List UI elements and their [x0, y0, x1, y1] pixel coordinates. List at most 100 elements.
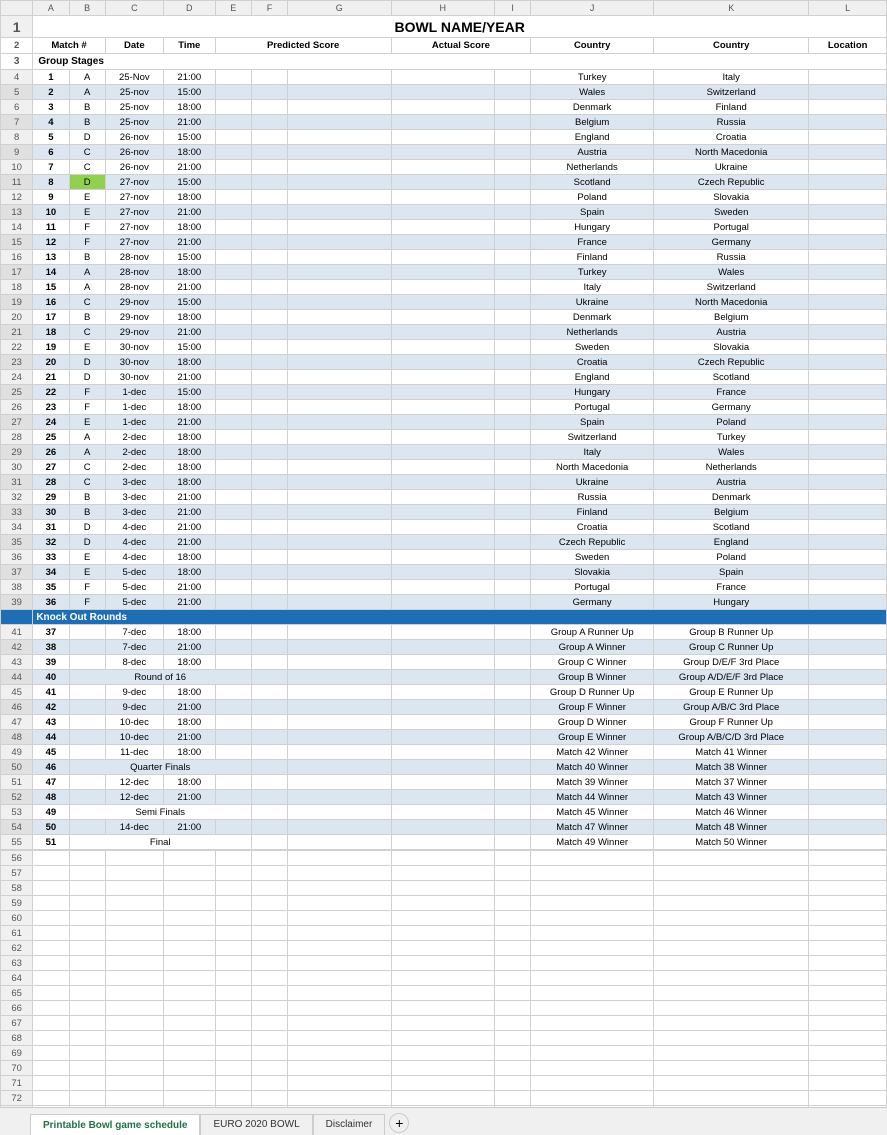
tab-printable[interactable]: Printable Bowl game schedule: [30, 1114, 200, 1135]
table-row: 1916C29-nov15:00UkraineNorth Macedonia: [1, 295, 887, 310]
empty-row: 62: [1, 941, 887, 956]
spreadsheet: A B C D E F G H I J K L 1 BOWL NAME/YEAR…: [0, 0, 887, 1135]
row-num-cell: 53: [1, 805, 33, 820]
content-area: A B C D E F G H I J K L 1 BOWL NAME/YEAR…: [0, 0, 887, 1107]
table-row: 3633E4-dec18:00SwedenPoland: [1, 550, 887, 565]
row-num-cell: 12: [1, 190, 33, 205]
table-row: 52A25-nov15:00WalesSwitzerland: [1, 85, 887, 100]
table-row: 2421D30-nov21:00EnglandScotland: [1, 370, 887, 385]
tab-euro[interactable]: EURO 2020 BOWL: [200, 1114, 312, 1135]
tab-disclaimer-label: Disclaimer: [326, 1119, 373, 1130]
table-row: 484410-dec21:00Group E WinnerGroup A/B/C…: [1, 730, 887, 745]
row-num-cell: 36: [1, 550, 33, 565]
col-h-header: H: [391, 1, 494, 16]
table-row: 3835F5-dec21:00PortugalFrance: [1, 580, 887, 595]
empty-row: 70: [1, 1061, 887, 1076]
col-c-header: C: [105, 1, 163, 16]
tab-disclaimer[interactable]: Disclaimer: [313, 1114, 386, 1135]
row-num-cell: 51: [1, 775, 33, 790]
empty-row: 61: [1, 926, 887, 941]
row-num-cell: 34: [1, 520, 33, 535]
row-num-cell: 43: [1, 655, 33, 670]
table-row: 2522F1-dec15:00HungaryFrance: [1, 385, 887, 400]
empty-row: 64: [1, 971, 887, 986]
table-row: 2724E1-dec21:00SpainPoland: [1, 415, 887, 430]
table-row: 5046Quarter FinalsMatch 40 WinnerMatch 3…: [1, 760, 887, 775]
col-l-header: L: [809, 1, 887, 16]
table-row: 63B25-nov18:00DenmarkFinland: [1, 100, 887, 115]
table-row: 2825A2-dec18:00SwitzerlandTurkey: [1, 430, 887, 445]
row-num-cell: 32: [1, 490, 33, 505]
row-num-cell: 19: [1, 295, 33, 310]
actual-header: Actual Score: [391, 38, 531, 54]
row-num-cell: 30: [1, 460, 33, 475]
empty-row: 63: [1, 956, 887, 971]
row-num-cell: 6: [1, 100, 33, 115]
row-num-cell: 39: [1, 595, 33, 610]
row-num-cell: 49: [1, 745, 33, 760]
table-row: 129E27-nov18:00PolandSlovakia: [1, 190, 887, 205]
row-num-cell: 40: [1, 610, 33, 625]
table-row: 41A25-Nov21:00TurkeyItaly: [1, 70, 887, 85]
table-row: 2017B29-nov18:00DenmarkBelgium: [1, 310, 887, 325]
table-row: 2219E30-nov15:00SwedenSlovakia: [1, 340, 887, 355]
table-row: 3128C3-dec18:00UkraineAustria: [1, 475, 887, 490]
table-row: 4440Round of 16Group B WinnerGroup A/D/E…: [1, 670, 887, 685]
row-num-cell: 18: [1, 280, 33, 295]
table-row: 96C26-nov18:00AustriaNorth Macedonia: [1, 145, 887, 160]
add-tab-button[interactable]: +: [389, 1113, 409, 1133]
table-row: 74B25-nov21:00BelgiumRussia: [1, 115, 887, 130]
row-num-cell: 11: [1, 175, 33, 190]
empty-row: 67: [1, 1016, 887, 1031]
col-j-header: J: [531, 1, 654, 16]
row-num-cell: 20: [1, 310, 33, 325]
table-row: 1512F27-nov21:00FranceGermany: [1, 235, 887, 250]
empty-row: 56: [1, 851, 887, 866]
row-num-cell: 16: [1, 250, 33, 265]
empty-row: 66: [1, 1001, 887, 1016]
country2-header: Country: [654, 38, 809, 54]
empty-row: 69: [1, 1046, 887, 1061]
row-num-cell: 31: [1, 475, 33, 490]
row-num-cell: 47: [1, 715, 33, 730]
row-num-cell: 13: [1, 205, 33, 220]
col-k-header: K: [654, 1, 809, 16]
empty-row: 60: [1, 911, 887, 926]
group-stages-label: Group Stages: [33, 54, 887, 70]
row-num-cell: 27: [1, 415, 33, 430]
table-row: 524812-dec21:00Match 44 WinnerMatch 43 W…: [1, 790, 887, 805]
row-num-cell: 15: [1, 235, 33, 250]
table-row: 494511-dec18:00Match 42 WinnerMatch 41 W…: [1, 745, 887, 760]
row-num-cell: 46: [1, 700, 33, 715]
knockout-header-row: 40Knock Out Rounds: [1, 610, 887, 625]
row-num-cell: 22: [1, 340, 33, 355]
table-row: 118D27-nov15:00ScotlandCzech Republic: [1, 175, 887, 190]
tab-bar: Printable Bowl game schedule EURO 2020 B…: [0, 1107, 887, 1135]
row-2-num: 2: [1, 38, 33, 54]
col-g-header: G: [288, 1, 391, 16]
row-num-cell: 25: [1, 385, 33, 400]
table-row: 3936F5-dec21:00GermanyHungary: [1, 595, 887, 610]
col-header-row: A B C D E F G H I J K L: [1, 1, 887, 16]
row-num-cell: 37: [1, 565, 33, 580]
empty-row: 58: [1, 881, 887, 896]
table-row: 1714A28-nov18:00TurkeyWales: [1, 265, 887, 280]
table-row: 107C26-nov21:00NetherlandsUkraine: [1, 160, 887, 175]
date-header: Date: [105, 38, 163, 54]
row-num-cell: 8: [1, 130, 33, 145]
group-stages-header: 3 Group Stages: [1, 54, 887, 70]
table-row: 5349Semi FinalsMatch 45 WinnerMatch 46 W…: [1, 805, 887, 820]
col-d-header: D: [163, 1, 215, 16]
table-row: 3734E5-dec18:00SlovakiaSpain: [1, 565, 887, 580]
knockout-label: Knock Out Rounds: [33, 610, 887, 625]
row-num-cell: 45: [1, 685, 33, 700]
row-num-cell: 7: [1, 115, 33, 130]
col-e-header: E: [215, 1, 251, 16]
corner-cell: [1, 1, 33, 16]
row-num-cell: 14: [1, 220, 33, 235]
row-num-cell: 24: [1, 370, 33, 385]
tab-euro-label: EURO 2020 BOWL: [213, 1119, 299, 1130]
table-row: 545014-dec21:00Match 47 WinnerMatch 48 W…: [1, 820, 887, 835]
table-row: 85D26-nov15:00EnglandCroatia: [1, 130, 887, 145]
empty-row: 71: [1, 1076, 887, 1091]
